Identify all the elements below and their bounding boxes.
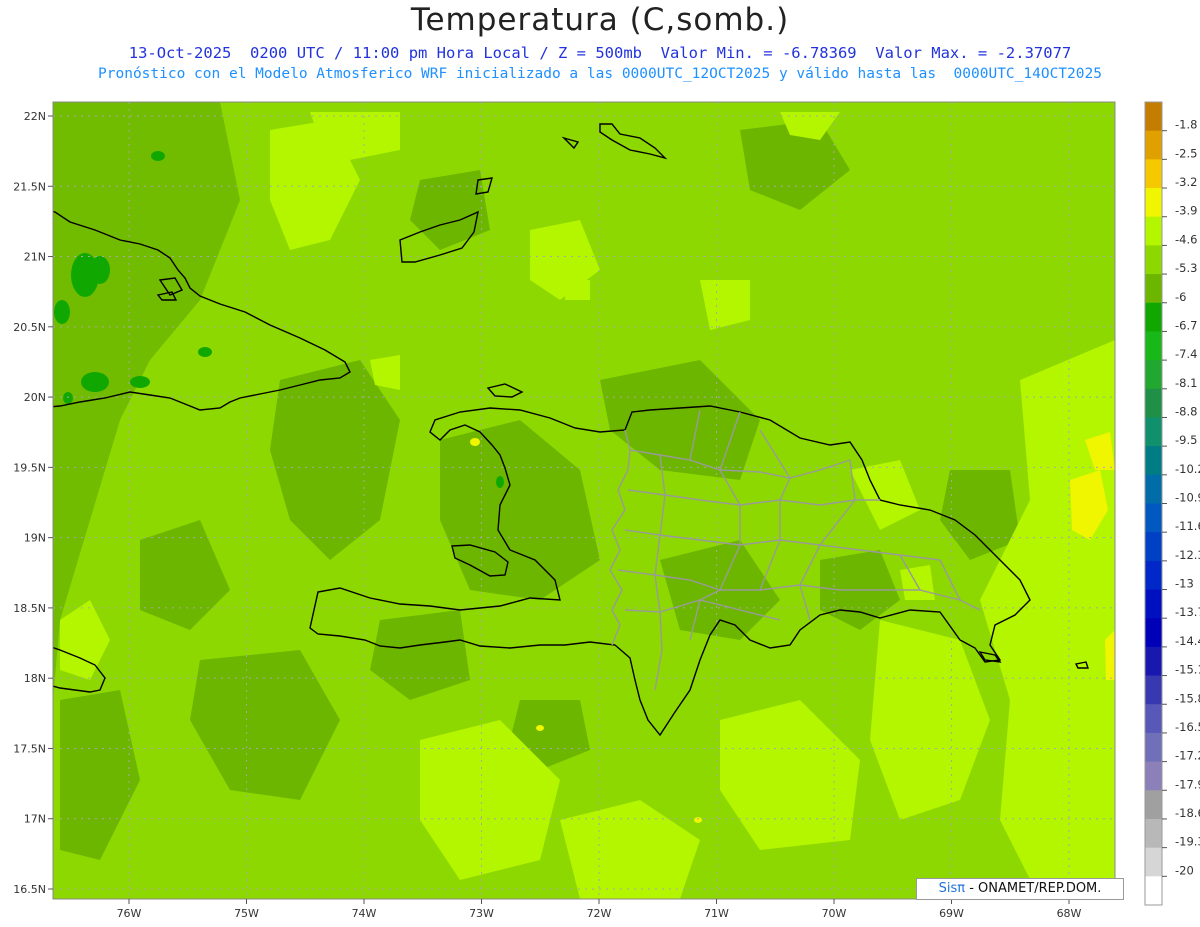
colorbar-swatch (1145, 876, 1162, 906)
colorbar-swatch (1145, 302, 1162, 332)
lon-tick-label: 70W (822, 907, 847, 920)
colorbar-swatch (1145, 589, 1162, 619)
colorbar-swatch (1145, 360, 1162, 390)
colorbar-label: -12.3 (1175, 548, 1200, 562)
lon-tick-label: 68W (1057, 907, 1082, 920)
latitude-axis: 22N 21.5N 21N 20.5N 20N 19.5N 19N 18.5N 18N 17.5N… (13, 110, 53, 896)
lat-tick-label: 20.5N (13, 321, 46, 334)
temperature-field (53, 102, 1115, 899)
lat-tick-label: 22N (24, 110, 46, 123)
colorbar-label: -11.6 (1175, 519, 1200, 533)
colorbar-swatch (1145, 274, 1162, 304)
lat-tick-label: 19.5N (13, 461, 46, 474)
colorbar-label: -17.9 (1175, 777, 1200, 791)
colorbar-swatch (1145, 388, 1162, 418)
colorbar-swatch (1145, 560, 1162, 591)
lon-tick-label: 74W (352, 907, 377, 920)
colorbar-label: -16.5 (1175, 720, 1200, 734)
temperature-map: 22N 21.5N 21N 20.5N 20N 19.5N 19N 18.5N 18N 17.5N… (13, 101, 1200, 920)
lon-tick-label: 76W (117, 907, 142, 920)
lat-tick-label: 16.5N (13, 883, 46, 896)
colorbar-label: -20 (1175, 863, 1194, 877)
colorbar-label: -5.3 (1175, 261, 1197, 275)
colorbar-swatch (1145, 646, 1162, 677)
lat-tick-label: 19N (24, 532, 46, 545)
colorbar-swatch (1145, 675, 1162, 705)
lon-tick-label: 75W (234, 907, 259, 920)
colorbar-swatch (1145, 331, 1162, 361)
colorbar-label: -13.7 (1175, 605, 1200, 619)
colorbar-swatch (1145, 818, 1162, 849)
colorbar-swatch (1145, 474, 1162, 504)
lat-tick-label: 21.5N (13, 180, 46, 193)
colorbar-label: -4.6 (1175, 232, 1197, 246)
colorbar-swatch (1145, 159, 1162, 189)
colorbar-swatch (1145, 761, 1162, 791)
colorbar-label: -7.4 (1175, 347, 1197, 361)
colorbar-swatch (1145, 188, 1162, 218)
lon-tick-label: 72W (587, 907, 612, 920)
colorbar-label: -10.2 (1175, 462, 1200, 476)
lat-tick-label: 18.5N (13, 602, 46, 615)
colorbar-swatch (1145, 216, 1162, 246)
colorbar-label: -15.8 (1175, 691, 1200, 705)
colorbar-swatch (1145, 102, 1162, 132)
credit-box: Sisπ - ONAMET/REP.DOM. (916, 878, 1124, 900)
colorbar-swatch (1145, 618, 1162, 648)
colorbar-label: -3.2 (1175, 175, 1197, 189)
lat-tick-label: 21N (24, 251, 46, 264)
colorbar-label: -10.9 (1175, 491, 1200, 505)
colorbar-label: -19.3 (1175, 835, 1200, 849)
lat-tick-label: 18N (24, 672, 46, 685)
colorbar-swatch (1145, 532, 1162, 562)
sispi-logo-text: Sisπ (938, 881, 966, 896)
colorbar-label: -3.9 (1175, 204, 1197, 218)
colorbar-label: -18.6 (1175, 806, 1200, 820)
colorbar-label: -1.8 (1175, 118, 1197, 132)
colorbar-swatch (1145, 732, 1162, 763)
colorbar-swatch (1145, 790, 1162, 820)
colorbar-label: -6.7 (1175, 318, 1197, 332)
colorbar-label: -8.8 (1175, 404, 1197, 418)
lon-tick-label: 73W (469, 907, 494, 920)
colorbar-swatch (1145, 704, 1162, 734)
colorbar-label: -15.1 (1175, 663, 1200, 677)
colorbar-label: -2.5 (1175, 146, 1197, 160)
lon-tick-label: 69W (939, 907, 964, 920)
colorbar-label: -13 (1175, 577, 1194, 591)
colorbar-label: -9.5 (1175, 433, 1197, 447)
lon-tick-label: 71W (704, 907, 729, 920)
colorbar-label: -14.4 (1175, 634, 1200, 648)
colorbar-swatch (1145, 417, 1162, 447)
colorbar-label: -17.2 (1175, 749, 1200, 763)
colorbar-swatch (1145, 503, 1162, 533)
colorbar-swatch (1145, 130, 1162, 160)
lat-tick-label: 17.5N (13, 742, 46, 755)
lat-tick-label: 20N (24, 391, 46, 404)
longitude-axis: 76W 75W 74W 73W 72W 71W 70W 69W 68W (117, 899, 1082, 920)
colorbar-swatch (1145, 245, 1162, 275)
colorbar-label: -6 (1175, 290, 1186, 304)
lat-tick-label: 17N (24, 813, 46, 826)
credit-text: - ONAMET/REP.DOM. (965, 881, 1102, 896)
colorbar-swatch (1145, 446, 1162, 476)
colorbar: -1.8 -2.5 -3.2 -3.9 -4.6 -5.3 -6 -6.7 -7.4 -8.1 -8… (1144, 101, 1200, 906)
colorbar-swatch (1145, 847, 1162, 877)
colorbar-label: -8.1 (1175, 376, 1197, 390)
